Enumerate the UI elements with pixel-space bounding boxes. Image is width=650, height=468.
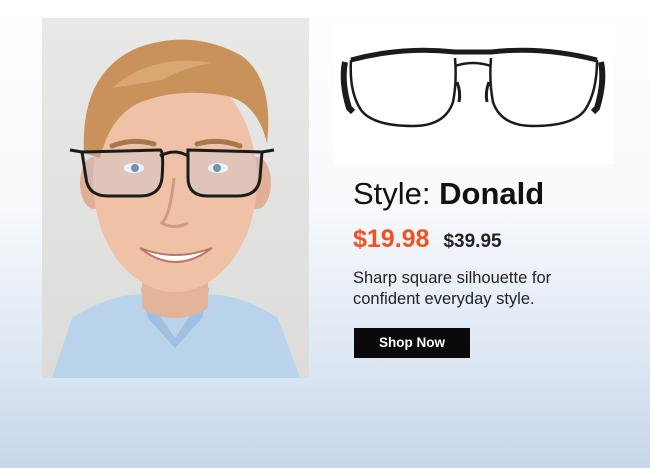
product-title: Style: Donald bbox=[353, 174, 544, 214]
product-image-card bbox=[333, 22, 613, 164]
style-name: Donald bbox=[439, 176, 545, 211]
eyeglasses-frame-image bbox=[340, 47, 606, 128]
sale-price: $19.98 bbox=[353, 225, 430, 253]
model-photo bbox=[42, 18, 309, 378]
product-description: Sharp square silhouette for confident ev… bbox=[353, 269, 552, 308]
style-label: Style: bbox=[353, 176, 431, 211]
shop-now-button[interactable]: Shop Now bbox=[354, 328, 470, 358]
original-price: $39.95 bbox=[443, 231, 502, 252]
price-row: $19.98 $39.95 bbox=[353, 225, 502, 259]
model-wearing-glasses-image bbox=[52, 39, 300, 378]
